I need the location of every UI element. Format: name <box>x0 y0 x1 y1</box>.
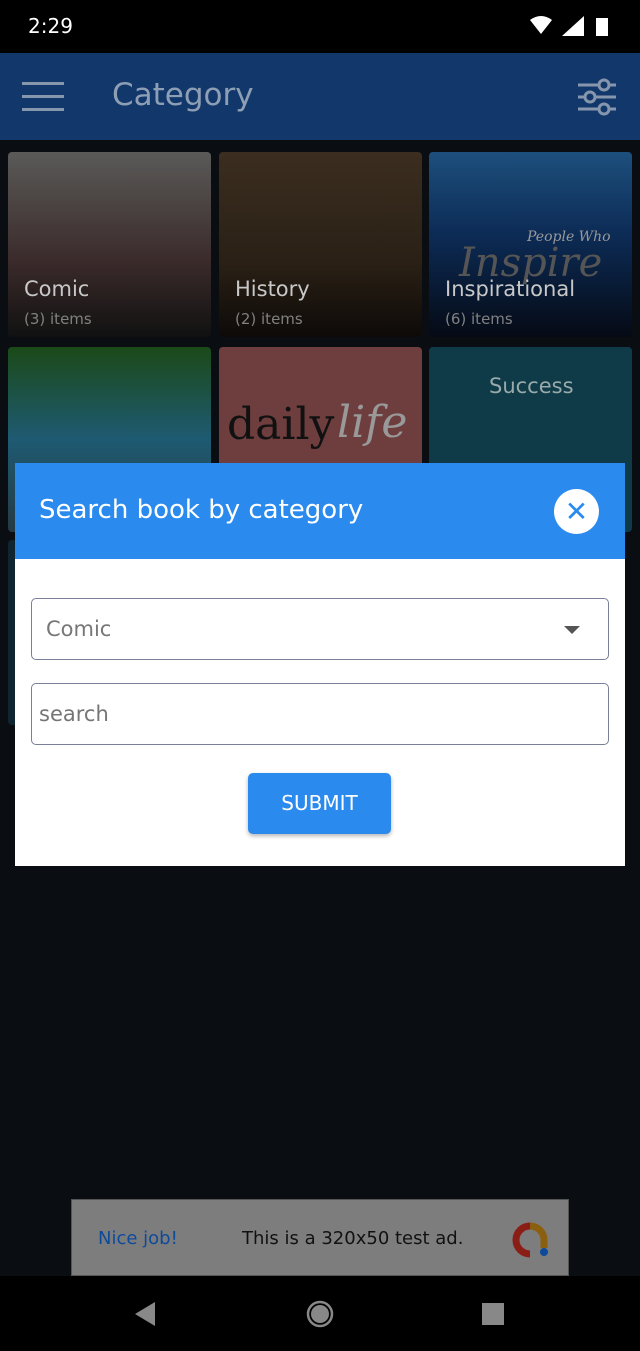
ad-headline: Nice job! <box>98 1228 178 1249</box>
app-bar: Category <box>0 53 640 140</box>
ad-text: This is a 320x50 test ad. <box>242 1228 464 1249</box>
status-time: 2:29 <box>28 14 73 38</box>
category-count: (6) items <box>445 310 513 328</box>
tile-art-text: life <box>337 397 408 448</box>
ad-banner[interactable]: Nice job! This is a 320x50 test ad. <box>71 1199 569 1276</box>
category-count: (3) items <box>24 310 92 328</box>
page-title: Category <box>112 77 254 113</box>
search-dialog: Search book by category ✕ Comic SUBMIT <box>15 463 625 866</box>
status-icons <box>530 16 608 36</box>
dialog-title: Search book by category <box>39 495 364 525</box>
dialog-header: Search book by category ✕ <box>15 463 625 559</box>
ad-logo-icon <box>512 1222 548 1258</box>
tile-art-text: daily <box>227 399 335 450</box>
category-tile-history[interactable]: History (2) items <box>219 152 422 337</box>
close-icon[interactable]: ✕ <box>554 489 599 534</box>
category-select-value: Comic <box>46 617 112 641</box>
submit-button[interactable]: SUBMIT <box>248 773 391 834</box>
navigation-bar <box>0 1276 640 1351</box>
category-name: History <box>235 277 310 301</box>
chevron-down-icon <box>564 626 580 634</box>
back-icon[interactable] <box>133 1301 157 1327</box>
category-name: Inspirational <box>445 277 576 301</box>
signal-icon <box>562 16 584 36</box>
category-select[interactable]: Comic <box>31 598 609 660</box>
recents-icon[interactable] <box>481 1302 505 1326</box>
tile-art-text: Success <box>489 374 574 398</box>
home-icon[interactable] <box>306 1300 334 1328</box>
category-name: Comic <box>24 277 90 301</box>
search-input[interactable] <box>31 683 609 745</box>
category-tile-inspirational[interactable]: People Who Inspire Inspirational (6) ite… <box>429 152 632 337</box>
wifi-icon <box>530 16 552 34</box>
menu-icon[interactable] <box>22 82 64 121</box>
status-bar: 2:29 <box>0 0 640 53</box>
category-tile-comic[interactable]: Comic (3) items <box>8 152 211 337</box>
battery-icon <box>596 18 608 36</box>
filter-icon[interactable] <box>578 77 616 117</box>
category-count: (2) items <box>235 310 303 328</box>
